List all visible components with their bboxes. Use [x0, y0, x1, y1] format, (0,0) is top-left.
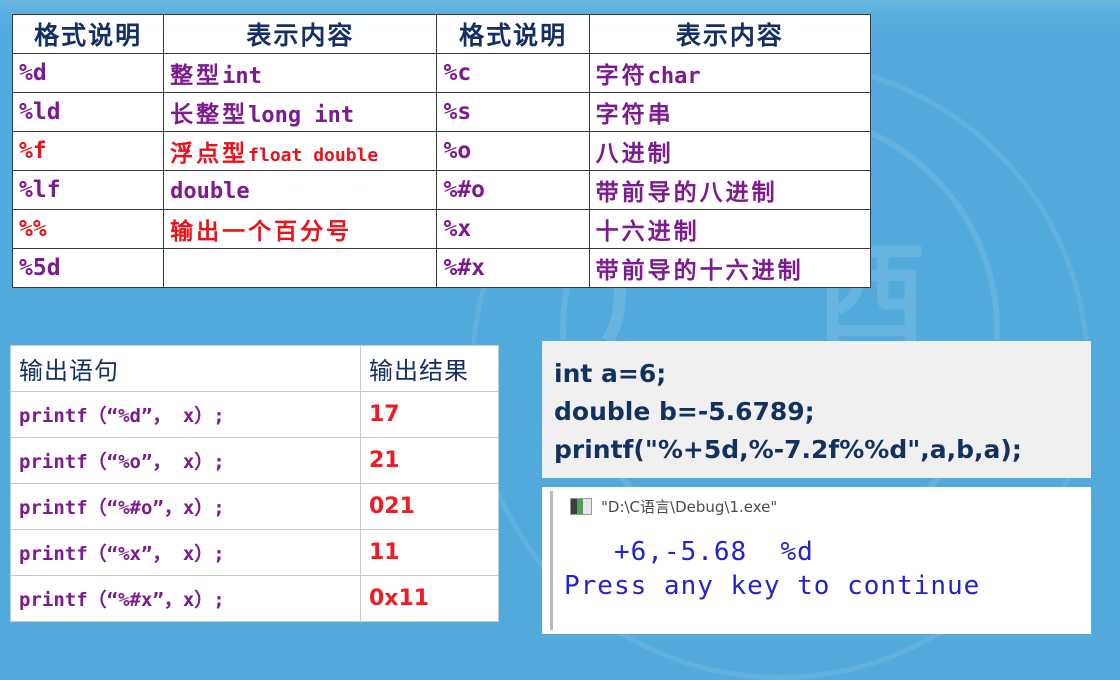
table-row: printf（“%x”， x）; 11: [10, 529, 499, 576]
format-meaning: 整型int: [163, 53, 438, 93]
meaning-cn: 八进制: [595, 140, 674, 167]
header-meaning-2: 表示内容: [588, 14, 872, 54]
printf-result: 21: [360, 437, 499, 484]
printf-result: 17: [360, 391, 499, 438]
header-meaning-1: 表示内容: [163, 14, 438, 54]
printf-statement: printf（“%d”， x）;: [10, 391, 361, 438]
format-spec: %o: [436, 131, 590, 171]
format-meaning: double: [163, 170, 438, 210]
table-row: printf（“%#x”，x）; 0x11: [10, 575, 499, 622]
printf-examples-table: 输出语句 输出结果 printf（“%d”， x）; 17 printf（“%o…: [10, 345, 499, 622]
table-header-row: 输出语句 输出结果: [10, 345, 499, 392]
console-app-icon: [570, 498, 592, 515]
format-meaning: 带前导的十六进制: [588, 248, 872, 288]
format-spec: %c: [436, 53, 590, 93]
table-row: %% 输出一个百分号 %x 十六进制: [11, 209, 872, 249]
meaning-cn: 带前导的八进制: [595, 179, 778, 206]
console-output-window: "D:\C语言\Debug\1.exe" +6,-5.68 %d Press a…: [542, 487, 1091, 634]
format-spec: %ld: [11, 92, 165, 132]
console-titlebar: "D:\C语言\Debug\1.exe": [570, 496, 777, 517]
printf-statement: printf（“%o”， x）;: [10, 437, 361, 484]
table-row: %ld 长整型long int %s 字符串: [11, 92, 872, 132]
format-meaning: 八进制: [588, 131, 872, 171]
table-row: printf（“%d”， x）; 17: [10, 391, 499, 438]
table-header-row: 格式说明 表示内容 格式说明 表示内容: [11, 14, 872, 54]
meaning-cn: 长整型: [170, 101, 249, 128]
format-meaning: 字符char: [588, 53, 872, 93]
printf-result: 11: [360, 529, 499, 576]
table-row: %f 浮点型float double %o 八进制: [11, 131, 872, 171]
meaning-code: long int: [248, 103, 355, 128]
format-spec: %#x: [436, 248, 590, 288]
table-row: %5d %#x 带前导的十六进制: [11, 248, 872, 288]
format-spec: %5d: [11, 248, 165, 288]
meaning-cn: 浮点型: [170, 140, 249, 167]
format-spec: %d: [11, 53, 165, 93]
meaning-code: double: [170, 178, 250, 204]
meaning-code: char: [647, 64, 701, 89]
code-snippet-panel: int a=6; double b=-5.6789; printf("%+5d,…: [542, 341, 1091, 478]
header-output-result: 输出结果: [360, 345, 499, 392]
format-spec: %lf: [11, 170, 165, 210]
format-spec: %f: [11, 131, 165, 171]
format-spec: %%: [11, 209, 165, 249]
table-row: %lf double %#o 带前导的八进制: [11, 170, 872, 210]
meaning-cn: 输出一个百分号: [170, 218, 353, 245]
meaning-code: int: [222, 64, 262, 89]
meaning-code: float double: [248, 145, 379, 166]
printf-result: 0x11: [360, 575, 499, 622]
format-spec: %#o: [436, 170, 590, 210]
meaning-cn: 十六进制: [595, 218, 700, 245]
printf-statement: printf（“%#x”，x）;: [10, 575, 361, 622]
format-meaning: 十六进制: [588, 209, 872, 249]
printf-result: 021: [360, 483, 499, 530]
code-line: double b=-5.6789;: [554, 397, 815, 426]
format-meaning: [163, 248, 438, 288]
header-format-1: 格式说明: [11, 14, 165, 54]
meaning-cn: 字符: [595, 62, 648, 89]
printf-statement: printf（“%x”， x）;: [10, 529, 361, 576]
console-title-text: "D:\C语言\Debug\1.exe": [601, 498, 778, 516]
console-left-border: [550, 491, 553, 630]
format-meaning: 字符串: [588, 92, 872, 132]
format-meaning: 带前导的八进制: [588, 170, 872, 210]
format-meaning: 长整型long int: [163, 92, 438, 132]
code-line: int a=6;: [554, 359, 667, 388]
console-output-line: Press any key to continue: [564, 571, 981, 601]
table-row: printf（“%#o”，x）; 021: [10, 483, 499, 530]
table-row: %d 整型int %c 字符char: [11, 53, 872, 93]
header-format-2: 格式说明: [436, 14, 590, 54]
format-spec: %x: [436, 209, 590, 249]
header-output-statement: 输出语句: [10, 345, 361, 392]
meaning-cn: 字符串: [595, 101, 674, 128]
format-spec: %s: [436, 92, 590, 132]
printf-statement: printf（“%#o”，x）;: [10, 483, 361, 530]
format-meaning: 输出一个百分号: [163, 209, 438, 249]
table-row: printf（“%o”， x）; 21: [10, 437, 499, 484]
code-line: printf("%+5d,%-7.2f%%d",a,b,a);: [554, 435, 1022, 464]
format-specifier-table: 格式说明 表示内容 格式说明 表示内容 %d 整型int %c 字符char %…: [11, 14, 872, 288]
meaning-cn: 整型: [170, 62, 223, 89]
console-output-line: +6,-5.68 %d: [564, 537, 814, 567]
meaning-cn: 带前导的十六进制: [595, 257, 804, 284]
format-meaning: 浮点型float double: [163, 131, 438, 171]
